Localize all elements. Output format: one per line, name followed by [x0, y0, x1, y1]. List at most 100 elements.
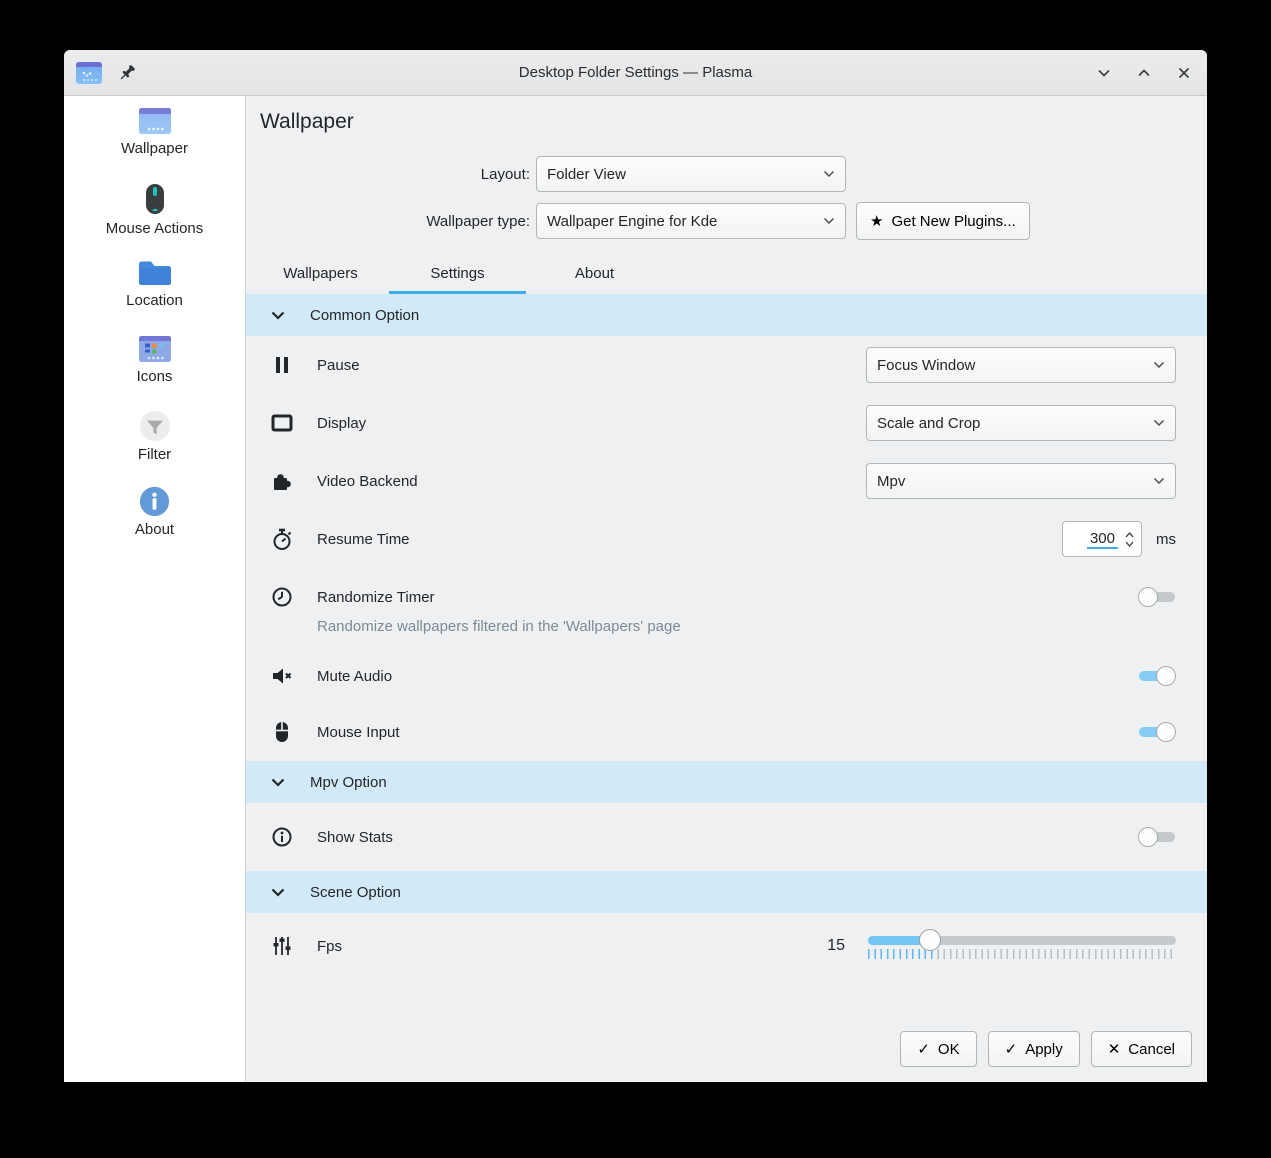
titlebar[interactable]: Desktop Folder Settings — Plasma: [64, 50, 1207, 96]
ok-button[interactable]: ✓ OK: [900, 1031, 977, 1067]
folder-icon: [138, 261, 171, 285]
mouse-icon: [145, 184, 164, 214]
setting-row-mouse-input: Mouse Input: [246, 703, 1207, 761]
chevron-down-icon: [1153, 361, 1165, 369]
sidebar-item-label: About: [134, 521, 175, 538]
setting-label: Video Backend: [317, 472, 418, 490]
wallpaper-type-select[interactable]: Wallpaper Engine for Kde: [536, 203, 846, 239]
wallpaper-type-row: Wallpaper type: Wallpaper Engine for Kde…: [246, 202, 1207, 240]
window-title: Desktop Folder Settings — Plasma: [518, 64, 753, 81]
wallpaper-icon: [138, 108, 171, 134]
resume-time-value[interactable]: 300: [1086, 529, 1118, 549]
show-stats-toggle[interactable]: [1138, 827, 1176, 847]
tab-about[interactable]: About: [526, 256, 663, 294]
video-backend-select[interactable]: Mpv: [866, 463, 1176, 499]
sidebar-item-wallpaper[interactable]: Wallpaper: [64, 104, 245, 180]
section-header-common-option[interactable]: Common Option: [246, 294, 1207, 336]
spin-down-icon[interactable]: [1125, 541, 1134, 547]
check-icon: ✓: [917, 1041, 930, 1058]
resume-time-spinbox[interactable]: 300: [1062, 521, 1142, 557]
pin-icon[interactable]: [117, 63, 137, 83]
sidebar-item-label: Icons: [136, 368, 173, 385]
fps-value: 15: [827, 937, 845, 954]
setting-label: Resume Time: [317, 530, 410, 548]
setting-row-pause: Pause Focus Window: [246, 336, 1207, 394]
mute-audio-toggle[interactable]: [1138, 666, 1176, 686]
tab-settings[interactable]: Settings: [389, 256, 526, 294]
tab-bar: Wallpapers Settings About: [246, 256, 1207, 294]
check-icon: ✓: [1004, 1041, 1018, 1058]
toggle-knob[interactable]: [1156, 722, 1176, 742]
settings-window: Desktop Folder Settings — Plasma Wallpap…: [64, 50, 1207, 1082]
cancel-label: Cancel: [1128, 1040, 1175, 1058]
app-icon[interactable]: [76, 61, 102, 85]
cancel-button[interactable]: ✕ Cancel: [1090, 1031, 1192, 1067]
info-icon: [139, 486, 170, 517]
section-header-scene-option[interactable]: Scene Option: [246, 871, 1207, 913]
sidebar-item-icons[interactable]: Icons: [64, 332, 245, 408]
sidebar-item-filter[interactable]: Filter: [64, 408, 245, 484]
display-value: Scale and Crop: [877, 414, 981, 432]
stats-info-icon: [270, 826, 294, 848]
randomize-timer-toggle[interactable]: [1138, 587, 1176, 607]
tab-wallpapers[interactable]: Wallpapers: [252, 256, 389, 294]
chevron-down-icon: [1153, 477, 1165, 485]
wallpaper-type-label: Wallpaper type:: [426, 212, 530, 230]
sidebar-item-label: Mouse Actions: [105, 220, 204, 237]
display-select[interactable]: Scale and Crop: [866, 405, 1176, 441]
setting-row-mute-audio: Mute Audio: [246, 649, 1207, 703]
layout-select[interactable]: Folder View: [536, 156, 846, 192]
spin-up-icon[interactable]: [1125, 531, 1134, 538]
mute-audio-icon: [270, 666, 294, 686]
video-backend-value: Mpv: [877, 472, 906, 490]
ok-label: OK: [937, 1040, 960, 1058]
chevron-down-icon: [823, 217, 835, 225]
chevron-down-icon: [271, 888, 285, 897]
main-content: Wallpaper Layout: Folder View Wallpaper …: [246, 96, 1207, 1082]
shade-window-icon[interactable]: [1095, 64, 1113, 82]
sidebar: Wallpaper Mouse Actions Location Icons F…: [64, 96, 246, 1082]
star-icon: ★: [870, 213, 884, 230]
close-window-icon[interactable]: [1175, 64, 1193, 82]
pause-icon: [270, 356, 294, 374]
layout-row: Layout: Folder View: [246, 156, 1207, 192]
setting-label: Mouse Input: [317, 723, 400, 741]
get-new-plugins-label: Get New Plugins...: [891, 212, 1016, 230]
setting-row-fps: Fps 15: [246, 913, 1207, 979]
pause-value: Focus Window: [877, 356, 976, 374]
layout-value: Folder View: [547, 165, 626, 183]
get-new-plugins-button[interactable]: ★ Get New Plugins...: [856, 202, 1030, 240]
stopwatch-icon: [270, 528, 294, 551]
chevron-down-icon: [271, 778, 285, 787]
chevron-down-icon: [823, 170, 835, 178]
wallpaper-type-value: Wallpaper Engine for Kde: [547, 212, 718, 230]
pause-select[interactable]: Focus Window: [866, 347, 1176, 383]
sidebar-item-mouse-actions[interactable]: Mouse Actions: [64, 180, 245, 256]
slider-handle[interactable]: [918, 929, 941, 951]
setting-row-display: Display Scale and Crop: [246, 394, 1207, 452]
setting-label: Display: [317, 414, 367, 432]
maximize-window-icon[interactable]: [1135, 64, 1153, 82]
randomize-timer-hint: Randomize wallpapers filtered in the 'Wa…: [317, 618, 681, 635]
chevron-down-icon: [271, 311, 285, 320]
sidebar-item-about[interactable]: About: [64, 484, 245, 560]
close-icon: ✕: [1107, 1041, 1121, 1058]
toggle-knob[interactable]: [1156, 666, 1176, 686]
section-header-mpv-option[interactable]: Mpv Option: [246, 761, 1207, 803]
sidebar-item-location[interactable]: Location: [64, 256, 245, 332]
chevron-down-icon: [1153, 419, 1165, 427]
setting-label: Mute Audio: [317, 667, 393, 685]
sliders-icon: [270, 935, 294, 957]
mouse-input-toggle[interactable]: [1138, 722, 1176, 742]
icons-icon: [138, 336, 171, 362]
setting-row-resume-time: Resume Time 300 ms: [246, 510, 1207, 568]
apply-label: Apply: [1025, 1040, 1063, 1058]
fps-slider[interactable]: [868, 929, 1176, 961]
apply-button[interactable]: ✓ Apply: [987, 1031, 1080, 1067]
toggle-knob[interactable]: [1138, 587, 1158, 607]
toggle-knob[interactable]: [1138, 827, 1158, 847]
mouse-input-icon: [270, 721, 294, 743]
page-title: Wallpaper: [260, 110, 354, 133]
slider-ticks-active: [868, 949, 936, 959]
layout-label: Layout:: [480, 165, 530, 183]
